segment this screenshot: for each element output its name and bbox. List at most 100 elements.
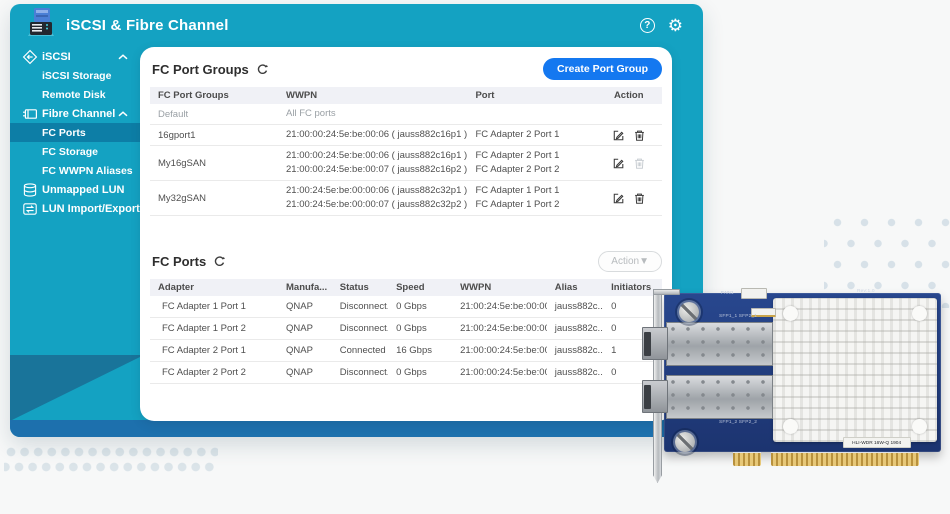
sfp-module-bottom: [642, 380, 668, 413]
sidebar-item-fc-storage[interactable]: FC Storage: [10, 142, 140, 161]
sfp-module-top: [642, 327, 668, 360]
port-group-row: My32gSAN21:00:24:5e:be:00:00:06 ( jauss8…: [150, 181, 662, 216]
lunio-icon: [22, 201, 38, 217]
lun-icon: [22, 182, 38, 198]
refresh-icon[interactable]: [256, 63, 269, 76]
fc-port-cell: 0 Gbps: [388, 362, 452, 384]
fan-silkscreen-label: FAN1: [721, 291, 734, 296]
fc-port-cell: 16 Gbps: [388, 340, 452, 362]
fibre-icon: [22, 106, 38, 122]
card-heatsink: [773, 298, 937, 442]
sidebar-item-label: iSCSI: [42, 51, 71, 63]
port-group-port: FC Adapter 2 Port 1FC Adapter 2 Port 2: [467, 146, 595, 181]
fc-port-cell: FC Adapter 1 Port 2: [150, 318, 278, 340]
fc-port-cell: jauss882c...: [547, 362, 603, 384]
sidebar-item-label: Fibre Channel: [42, 108, 115, 120]
fc-port-row[interactable]: FC Adapter 1 Port 2QNAPDisconnect...0 Gb…: [150, 318, 662, 340]
port-groups-header-row: FC Port GroupsWWPNPortAction: [150, 87, 662, 104]
action-dropdown-button[interactable]: Action▼: [598, 251, 662, 272]
port-group-actions: [595, 104, 662, 125]
sidebar-item-unmapped-lun[interactable]: Unmapped LUN: [10, 180, 140, 199]
decorative-dots-bottom-left: [4, 447, 218, 481]
window-bottom-strip: [10, 420, 703, 437]
port-groups-body: DefaultAll FC ports16gport121:00:00:24:5…: [150, 104, 662, 216]
nas-app-icon: [25, 6, 57, 45]
iscsi-icon: [22, 49, 38, 65]
fc-ports-title: FC Ports: [152, 254, 206, 269]
column-header: Manufa...: [278, 279, 332, 296]
fc-port-row[interactable]: FC Adapter 1 Port 1QNAPDisconnect...0 Gb…: [150, 296, 662, 318]
column-header: FC Port Groups: [150, 87, 278, 104]
fc-port-cell: FC Adapter 2 Port 2: [150, 362, 278, 384]
port-group-row: DefaultAll FC ports: [150, 104, 662, 125]
sidebar: iSCSI iSCSI Storage Remote Disk Fibre Chann…: [10, 47, 140, 218]
column-header: Speed: [388, 279, 452, 296]
fc-port-cell: Disconnect...: [332, 296, 388, 318]
fc-port-row[interactable]: FC Adapter 2 Port 1QNAPConnected16 Gbps2…: [150, 340, 662, 362]
delete-port-group-button[interactable]: [633, 192, 646, 205]
fc-port-row[interactable]: FC Adapter 2 Port 2QNAPDisconnect...0 Gb…: [150, 362, 662, 384]
sidebar-item-label: FC Ports: [42, 127, 86, 139]
chevron-up-icon[interactable]: [118, 111, 128, 117]
sidebar-item-iscsi-storage[interactable]: iSCSI Storage: [10, 66, 140, 85]
port-group-actions: [595, 181, 662, 216]
fc-port-cell: jauss882c...: [547, 340, 603, 362]
chevron-up-icon[interactable]: [118, 54, 128, 60]
rev-silkscreen-label: Rev:1.0: [857, 289, 875, 294]
sidebar-item-iscsi[interactable]: iSCSI: [10, 47, 140, 66]
fc-port-cell: Connected: [332, 340, 388, 362]
part-number-label: HLI-WDR 16W-Q 1904: [843, 437, 911, 448]
fc-ports-section-header: FC Ports Action▼: [140, 242, 672, 279]
sidebar-item-fc-wwpn-aliases[interactable]: FC WWPN Aliases: [10, 161, 140, 180]
sidebar-item-fibre-channel[interactable]: Fibre Channel: [10, 104, 140, 123]
fc-port-cell: QNAP: [278, 296, 332, 318]
port-group-wwpn: 21:00:00:24:5e:be:00:06 ( jauss882c16p1 …: [278, 125, 467, 146]
create-port-group-button[interactable]: Create Port Group: [543, 58, 662, 80]
sidebar-item-lun-import-export[interactable]: LUN Import/Export: [10, 199, 140, 218]
column-header: Alias: [547, 279, 603, 296]
fc-port-cell: Disconnect...: [332, 362, 388, 384]
sfp-cage-bottom: [666, 375, 773, 419]
port-group-wwpn: 21:00:00:24:5e:be:00:06 ( jauss882c16p1 …: [278, 146, 467, 181]
fc-port-cell: FC Adapter 1 Port 1: [150, 296, 278, 318]
edit-port-group-button[interactable]: [612, 157, 625, 170]
fc-port-cell: jauss882c...: [547, 296, 603, 318]
port-groups-title: FC Port Groups: [152, 62, 249, 77]
pcb-screw: [679, 302, 699, 322]
port-group-wwpn: All FC ports: [278, 104, 467, 125]
fc-port-cell: 21:00:24:5e:be:00:00...: [452, 318, 547, 340]
port-group-port: [467, 104, 595, 125]
sidebar-item-label: FC Storage: [42, 146, 98, 158]
help-icon[interactable]: ?: [640, 18, 655, 33]
column-header: WWPN: [278, 87, 467, 104]
fan-connector: [741, 288, 767, 299]
heatsink-pad: [912, 306, 927, 321]
delete-port-group-button[interactable]: [633, 129, 646, 142]
fc-port-cell: QNAP: [278, 362, 332, 384]
sidebar-item-label: iSCSI Storage: [42, 70, 111, 82]
fc-port-cell: FC Adapter 2 Port 1: [150, 340, 278, 362]
sidebar-item-label: FC WWPN Aliases: [42, 165, 133, 177]
sidebar-item-remote-disk[interactable]: Remote Disk: [10, 85, 140, 104]
edit-port-group-button[interactable]: [612, 129, 625, 142]
fc-port-cell: 0 Gbps: [388, 318, 452, 340]
column-header: WWPN: [452, 279, 547, 296]
port-group-name: 16gport1: [150, 125, 278, 146]
settings-gear-icon[interactable]: ⚙: [668, 17, 683, 34]
fc-port-cell: 21:00:00:24:5e:be:00...: [452, 362, 547, 384]
port-groups-table: FC Port GroupsWWPNPortAction DefaultAll …: [150, 87, 662, 216]
port-group-port: FC Adapter 1 Port 1FC Adapter 1 Port 2: [467, 181, 595, 216]
column-header: Action: [595, 87, 662, 104]
refresh-icon[interactable]: [213, 255, 226, 268]
sfp-bottom-silkscreen-label: SFP1_2 SFP2_2: [719, 420, 757, 425]
edit-port-group-button[interactable]: [612, 192, 625, 205]
fc-port-cell: Disconnect...: [332, 318, 388, 340]
pcie-fingers-long: [771, 452, 919, 466]
window-corner-fold: [10, 355, 144, 421]
sidebar-item-label: Unmapped LUN: [42, 184, 125, 196]
port-group-wwpn: 21:00:24:5e:be:00:00:06 ( jauss882c32p1 …: [278, 181, 467, 216]
sidebar-item-fc-ports[interactable]: FC Ports: [10, 123, 140, 142]
port-group-actions: [595, 146, 662, 181]
pcb-screw: [675, 432, 695, 452]
port-group-port: FC Adapter 2 Port 1: [467, 125, 595, 146]
